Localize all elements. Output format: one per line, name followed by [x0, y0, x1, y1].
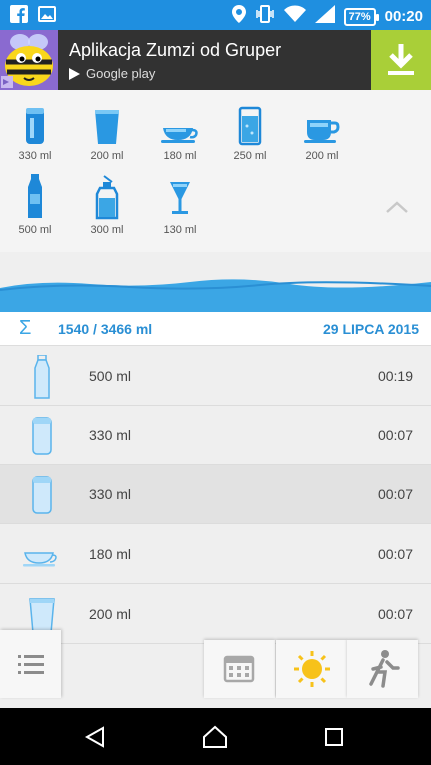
daily-summary: Σ 1540 / 3466 ml 29 LIPCA 2015: [0, 312, 431, 346]
battery-icon: 77%: [343, 7, 379, 26]
drink-option-can[interactable]: 330 ml: [7, 106, 63, 162]
vibrate-icon: [255, 5, 275, 28]
drink-label: 200 ml: [90, 150, 124, 162]
teacup-icon: [161, 128, 198, 143]
drink-label: 500 ml: [18, 224, 52, 236]
can-icon: [32, 476, 52, 514]
status-bar: 77% 00:20: [0, 0, 431, 30]
facebook-icon: [10, 5, 28, 28]
download-icon: [388, 44, 414, 75]
list-item[interactable]: 330 ml 00:07: [0, 406, 431, 465]
entry-volume: 330 ml: [89, 486, 132, 502]
home-icon[interactable]: [202, 725, 228, 749]
entry-time: 00:07: [377, 546, 413, 562]
list-item[interactable]: 500 ml 00:19: [0, 347, 431, 406]
entry-volume: 500 ml: [89, 368, 132, 384]
bee-logo-icon: [0, 30, 58, 90]
mug-icon: [304, 120, 340, 143]
drink-option-sport-bottle[interactable]: 300 ml: [79, 174, 135, 236]
weather-button[interactable]: [276, 640, 347, 698]
activity-button[interactable]: [347, 640, 418, 698]
drink-label: 130 ml: [163, 224, 197, 236]
drink-option-mug[interactable]: 200 ml: [294, 106, 350, 162]
entry-volume: 180 ml: [89, 546, 132, 562]
entry-time: 00:07: [377, 606, 413, 622]
app-screen: 77% 00:20 Aplikacja Zumzi od Gruper Goog…: [0, 0, 431, 765]
menu-button[interactable]: [0, 630, 61, 698]
wifi-icon: [283, 5, 306, 28]
entry-volume: 200 ml: [89, 606, 132, 622]
list-item[interactable]: 330 ml 00:07: [0, 465, 431, 524]
ad-title[interactable]: Aplikacja Zumzi od Gruper: [69, 40, 281, 61]
signal-icon: [314, 5, 335, 28]
drink-option-cup[interactable]: 200 ml: [79, 106, 135, 162]
drink-label: 180 ml: [163, 150, 197, 162]
calendar-icon: [223, 655, 255, 683]
ad-store-text: Google play: [86, 66, 156, 81]
drink-option-glass[interactable]: 250 ml: [222, 106, 278, 162]
image-icon: [38, 5, 56, 28]
bottle-icon: [34, 355, 50, 399]
sigma-icon: Σ: [19, 317, 32, 339]
teacup-icon: [23, 552, 57, 567]
status-time: 00:20: [384, 8, 423, 25]
download-button[interactable]: [371, 30, 431, 90]
sun-icon: [294, 651, 330, 687]
glass-icon: [238, 106, 262, 146]
ad-banner[interactable]: Aplikacja Zumzi od Gruper Google play: [0, 30, 431, 90]
list-item[interactable]: 200 ml 00:07: [0, 585, 431, 644]
daily-total: 1540 / 3466 ml: [58, 321, 153, 337]
water-level-wave: [0, 279, 431, 312]
drink-label: 330 ml: [18, 150, 52, 162]
cup-icon: [95, 110, 119, 144]
list-item[interactable]: 180 ml 00:07: [0, 525, 431, 584]
drink-option-wine-glass[interactable]: 130 ml: [152, 174, 208, 236]
entry-time: 00:07: [377, 486, 413, 502]
sport-bottle-icon: [95, 175, 119, 220]
drink-label: 200 ml: [305, 150, 339, 162]
navigation-bar: [0, 708, 431, 765]
entry-volume: 330 ml: [89, 427, 132, 443]
back-icon[interactable]: [84, 726, 106, 748]
summary-date[interactable]: 29 LIPCA 2015: [323, 321, 419, 337]
drink-option-teacup[interactable]: 180 ml: [152, 106, 208, 162]
drink-picker: 330 ml 200 ml 180 ml 250 ml 200 ml 500 m…: [0, 90, 431, 252]
entry-time: 00:07: [377, 427, 413, 443]
ad-store-label: Google play: [69, 66, 155, 81]
drink-label: 300 ml: [90, 224, 124, 236]
bottle-icon: [28, 174, 42, 218]
location-icon: [231, 5, 246, 28]
collapse-chevron-icon[interactable]: [385, 200, 409, 219]
menu-icon: [18, 655, 44, 674]
recents-icon[interactable]: [324, 727, 344, 747]
runner-icon: [369, 650, 400, 688]
can-icon: [26, 108, 44, 144]
play-store-icon: [69, 67, 80, 80]
drink-option-bottle[interactable]: 500 ml: [7, 174, 63, 236]
wine-glass-icon: [170, 182, 190, 214]
drink-label: 250 ml: [233, 150, 267, 162]
can-icon: [32, 417, 52, 455]
calendar-button[interactable]: [204, 640, 275, 698]
entry-time: 00:19: [377, 368, 413, 384]
